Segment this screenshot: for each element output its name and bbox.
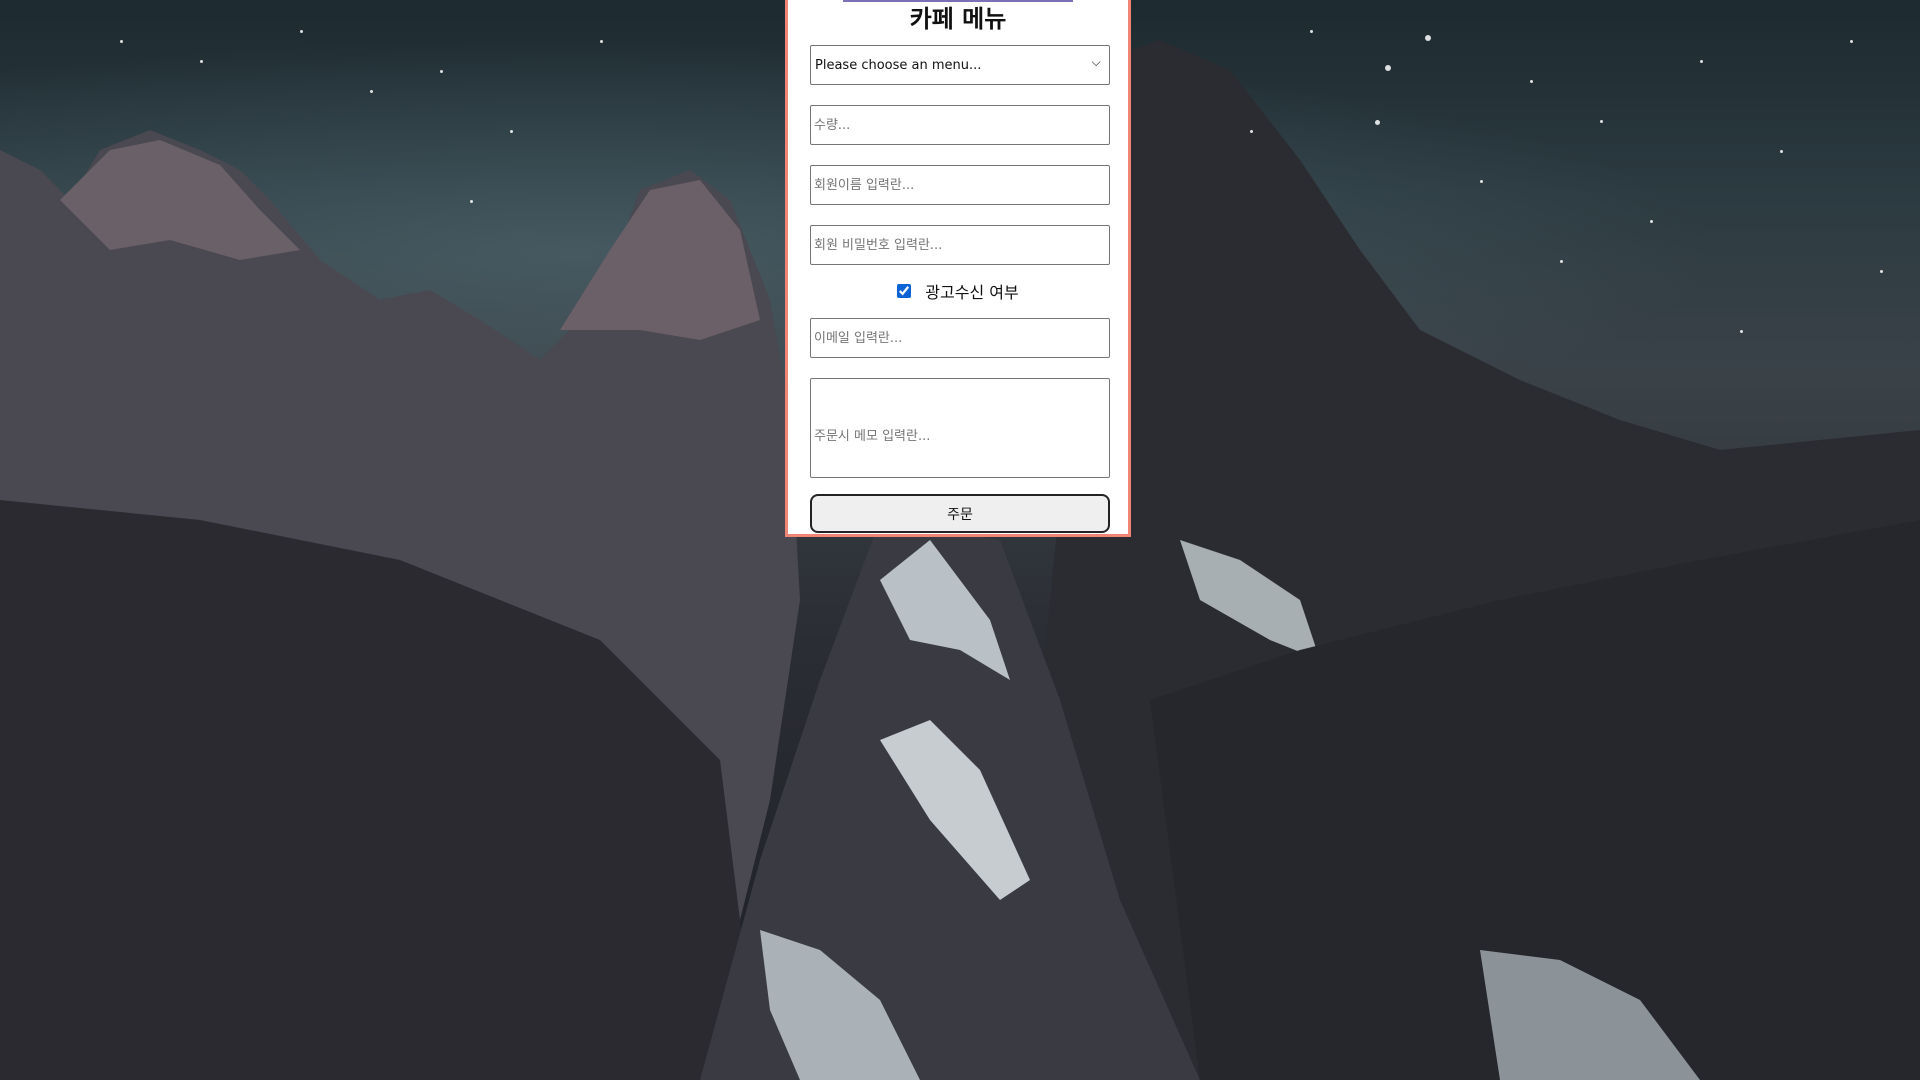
page-title: 카페 메뉴 bbox=[909, 5, 1007, 33]
star bbox=[1385, 65, 1391, 71]
star bbox=[1250, 130, 1253, 133]
star bbox=[440, 70, 443, 73]
star bbox=[1600, 120, 1603, 123]
star bbox=[300, 30, 303, 33]
star bbox=[1780, 150, 1783, 153]
quantity-input[interactable] bbox=[810, 105, 1110, 145]
star bbox=[1560, 260, 1563, 263]
star bbox=[470, 200, 473, 203]
star bbox=[1850, 40, 1853, 43]
order-memo-textarea[interactable] bbox=[810, 378, 1110, 478]
star bbox=[1880, 270, 1883, 273]
star bbox=[1700, 60, 1703, 63]
star bbox=[1530, 80, 1533, 83]
menu-select[interactable]: Please choose an menu... bbox=[810, 45, 1110, 85]
ad-consent-label[interactable]: 광고수신 여부 bbox=[925, 279, 1018, 303]
member-password-input[interactable] bbox=[810, 225, 1110, 265]
order-button[interactable]: 주문 bbox=[810, 494, 1110, 533]
star bbox=[200, 60, 203, 63]
star bbox=[1310, 30, 1313, 33]
star bbox=[120, 40, 123, 43]
cafe-order-form: 카페 메뉴 Please choose an menu... ⌵ 광고수신 여부… bbox=[785, 0, 1131, 537]
star bbox=[1375, 120, 1380, 125]
email-input[interactable] bbox=[810, 318, 1110, 358]
star bbox=[1650, 220, 1653, 223]
star bbox=[1480, 180, 1483, 183]
ad-consent-checkbox[interactable] bbox=[897, 284, 912, 298]
star bbox=[1425, 35, 1431, 41]
star bbox=[1740, 330, 1743, 333]
star bbox=[370, 90, 373, 93]
ad-consent-row: 광고수신 여부 bbox=[788, 280, 1128, 302]
member-name-input[interactable] bbox=[810, 165, 1110, 205]
star bbox=[600, 40, 603, 43]
star bbox=[510, 130, 513, 133]
